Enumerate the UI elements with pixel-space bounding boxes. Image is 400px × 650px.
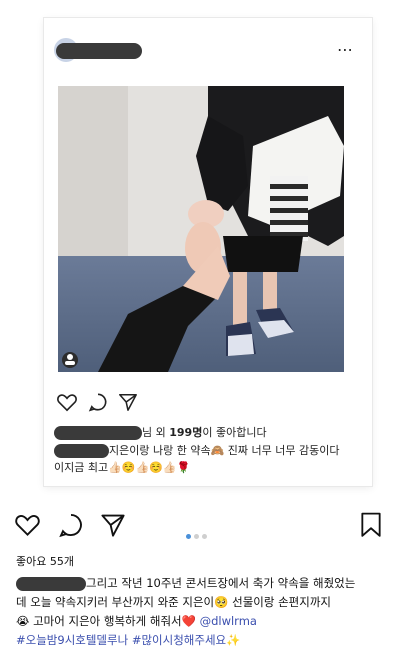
- comment-icon[interactable]: [58, 512, 84, 542]
- caption-line: 이지금 최고👍🏻☺️👍🏻☺️👍🏻🌹: [54, 461, 191, 474]
- likes-count: 좋아요 55개: [16, 555, 74, 568]
- redacted-username: [56, 43, 142, 59]
- heart-icon[interactable]: [14, 512, 41, 541]
- carousel-dot: [202, 534, 207, 539]
- post-photo: [58, 86, 344, 372]
- embedded-likes: 님 외 199명이 좋아합니다: [54, 424, 267, 440]
- heart-icon[interactable]: [56, 392, 78, 416]
- caption-line: 데 오늘 약속지키러 부산까지 와준 지은이🥺 선물이랑 손편지까지: [16, 595, 331, 609]
- comment-icon[interactable]: [88, 392, 108, 416]
- photo-illustration: [58, 86, 344, 372]
- share-icon[interactable]: [100, 512, 126, 542]
- redacted-username: [54, 426, 142, 440]
- hashtag-links[interactable]: #오늘밤9시호텔델루나 #많이시청해주세요✨: [16, 633, 240, 647]
- mention-link[interactable]: @dlwlrma: [200, 614, 257, 628]
- carousel-dot: [194, 534, 199, 539]
- embedded-post-header: ⋯: [44, 18, 372, 70]
- carousel-indicator: [186, 524, 210, 543]
- embedded-post-card: ⋯ 님 외 199명이 좋아합니다 지은이랑 나랑 한 약속🙈 진짜 너무 너무…: [44, 18, 372, 486]
- likes-tail: 이 좋아합니다: [202, 426, 267, 439]
- liked-by-text: 님 외: [142, 426, 166, 439]
- embedded-caption: 지은이랑 나랑 한 약속🙈 진짜 너무 너무 감동이다 이지금 최고👍🏻☺️👍🏻…: [54, 442, 366, 476]
- redacted-username: [16, 576, 86, 591]
- bookmark-icon[interactable]: [360, 512, 382, 542]
- post-caption: 그리고 작년 10주년 콘서트장에서 축가 약속을 해줬었는 데 오늘 약속지키…: [16, 574, 388, 650]
- caption-line: 😭 고마어 지은아 행복하게 해줘서❤️: [16, 614, 200, 628]
- share-icon[interactable]: [118, 392, 138, 416]
- caption-line: 그리고 작년 10주년 콘서트장에서 축가 약속을 해줬었는: [86, 576, 356, 590]
- likes-count: 199명: [169, 426, 203, 439]
- caption-line: 지은이랑 나랑 한 약속🙈 진짜 너무 너무 감동이다: [109, 444, 340, 457]
- carousel-dot-active: [186, 534, 191, 539]
- more-icon[interactable]: ⋯: [337, 42, 354, 58]
- redacted-username: [54, 444, 109, 458]
